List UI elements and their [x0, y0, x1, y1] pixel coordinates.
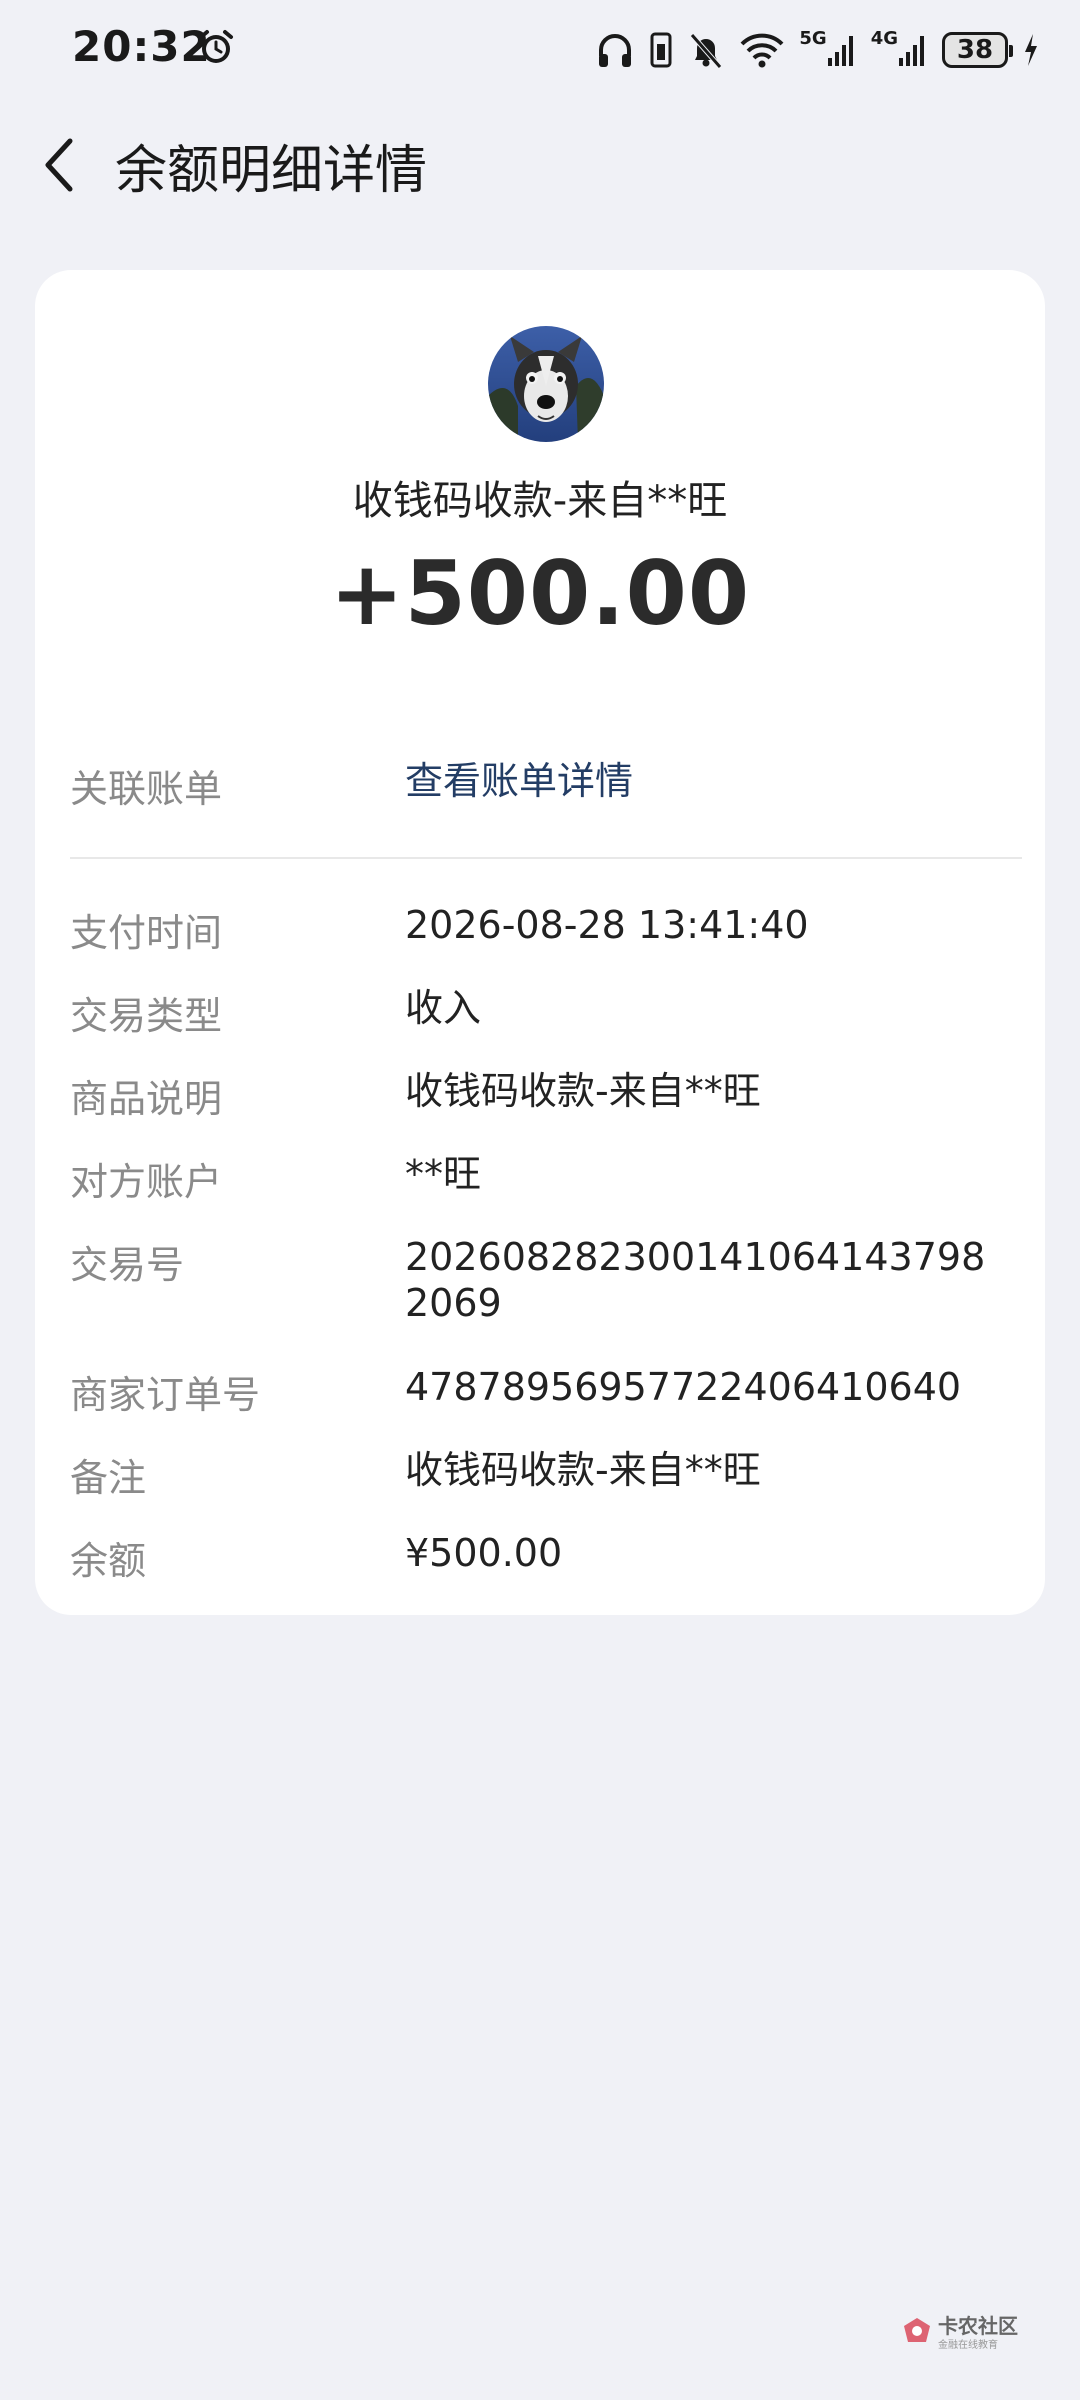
counterparty-account-value: **旺	[405, 1152, 482, 1196]
avatar[interactable]	[488, 326, 604, 442]
payment-time-value: 2026-08-28 13:41:40	[405, 903, 809, 947]
watermark: 卡农社区 金融在线教育	[900, 2308, 1025, 2356]
status-time: 20:32	[72, 22, 211, 71]
alarm-icon	[199, 30, 233, 63]
product-description-value: 收钱码收款-来自**旺	[405, 1069, 761, 1113]
signal-5g-icon: 5G	[799, 28, 856, 72]
detail-label: 交易号	[70, 1243, 185, 1287]
chevron-left-icon	[45, 138, 73, 192]
transaction-number-value: 2026082823001410641437982069	[405, 1235, 986, 1325]
battery-icon: 38	[942, 28, 1013, 72]
detail-label: 支付时间	[70, 911, 223, 955]
detail-label: 交易类型	[70, 994, 223, 1038]
signal-4g-icon: 4G	[871, 28, 928, 72]
battery-level: 38	[942, 32, 1013, 68]
status-bar: 20:32 5G 4G 38	[0, 0, 1080, 100]
wifi-icon	[739, 28, 785, 72]
payee-title: 收钱码收款-来自**旺	[352, 478, 728, 524]
merchant-order-number-value: 4787895695772240641064​0	[405, 1365, 962, 1409]
detail-label: 商品说明	[70, 1077, 223, 1121]
detail-label: 对方账户	[70, 1160, 223, 1204]
transaction-amount: +500.00	[329, 542, 751, 645]
mute-bell-icon	[687, 28, 725, 72]
status-icons: 5G 4G 38	[595, 26, 1040, 74]
vibrate-icon	[649, 28, 673, 72]
transaction-detail-card: 收钱码收款-来自**旺 +500.00 关联账单 查看账单详情 支付时间 202…	[35, 270, 1045, 1615]
transaction-type-value: 收入	[405, 986, 482, 1030]
detail-label: 商家订单号	[70, 1373, 261, 1417]
watermark-text: 卡农社区	[938, 2314, 1018, 2338]
detail-label: 备注	[70, 1456, 147, 1500]
page-title: 余额明细详情	[115, 141, 428, 201]
balance-value: ¥500.00	[405, 1531, 563, 1575]
back-button[interactable]	[30, 130, 90, 200]
view-bill-details-link[interactable]: 查看账单详情	[405, 758, 1045, 804]
watermark-logo-icon	[904, 2318, 930, 2342]
divider	[70, 857, 1022, 859]
app-header: 余额明细详情	[0, 110, 1080, 210]
watermark-subtext: 金融在线教育	[938, 2340, 998, 2351]
linked-bill-label: 关联账单	[70, 767, 223, 811]
detail-label: 余额	[70, 1539, 147, 1583]
headphones-icon	[595, 28, 635, 72]
remark-value: 收钱码收款-来自**旺	[405, 1448, 761, 1492]
husky-dog-avatar-image	[488, 326, 604, 442]
charging-icon	[1022, 28, 1040, 72]
